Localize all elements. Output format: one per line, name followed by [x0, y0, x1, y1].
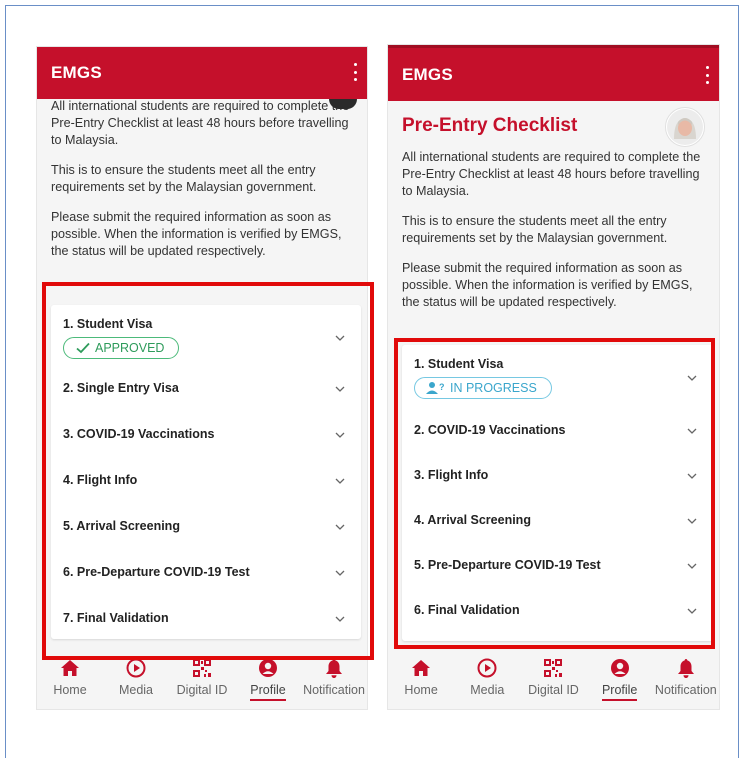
intro-paragraph: Please submit the required information a… [402, 261, 693, 309]
highlight-box-right [394, 338, 715, 649]
intro-paragraph: Please submit the required information a… [51, 210, 342, 258]
nav-media[interactable]: Media [105, 657, 167, 697]
nav-notification[interactable]: Notification [655, 657, 717, 697]
nav-label: Home [53, 683, 87, 697]
nav-label: Home [404, 683, 438, 697]
kebab-menu-icon[interactable] [349, 61, 361, 83]
intro-paragraph: All international students are required … [402, 150, 701, 198]
nav-home[interactable]: Home [390, 657, 452, 697]
qr-code-icon [542, 657, 564, 679]
bell-icon [323, 657, 345, 679]
home-icon [59, 657, 81, 679]
intro-paragraph: All international students are required … [51, 99, 350, 147]
app-title: EMGS [51, 63, 102, 82]
app-bar: EMGS [388, 45, 719, 101]
nav-media[interactable]: Media [456, 657, 518, 697]
nav-label: Profile [601, 683, 638, 701]
avatar-image [667, 109, 703, 145]
intro-paragraph: This is to ensure the students meet all … [51, 163, 317, 194]
nav-digital-id[interactable]: Digital ID [171, 657, 233, 697]
home-icon [410, 657, 432, 679]
bell-icon [675, 657, 697, 679]
page-content: All international students are required … [37, 98, 367, 260]
nav-profile[interactable]: Profile [589, 657, 651, 701]
nav-label: Media [470, 683, 505, 697]
highlight-box-left [42, 282, 374, 660]
page-content: Pre-Entry Checklist All international st… [388, 107, 719, 311]
qr-code-icon [191, 657, 213, 679]
intro-text: All international students are required … [402, 149, 705, 311]
nav-notification[interactable]: Notification [303, 657, 365, 697]
person-circle-icon [257, 657, 279, 679]
page-title-row: Pre-Entry Checklist [402, 107, 705, 147]
play-circle-icon [476, 657, 498, 679]
kebab-menu-icon[interactable] [701, 64, 713, 86]
avatar[interactable] [665, 107, 705, 147]
play-circle-icon [125, 657, 147, 679]
nav-label: Profile [250, 683, 286, 701]
nav-label: Notification [654, 683, 717, 697]
page-title: Pre-Entry Checklist [402, 115, 578, 136]
bottom-navigation: Home Media Digital ID Profile Notificati… [388, 649, 719, 709]
nav-label: Media [118, 683, 154, 697]
nav-digital-id[interactable]: Digital ID [522, 657, 584, 697]
nav-home[interactable]: Home [39, 657, 101, 697]
nav-label: Notification [303, 683, 365, 697]
person-circle-icon [609, 657, 631, 679]
app-title: EMGS [402, 64, 453, 84]
nav-label: Digital ID [176, 683, 228, 697]
intro-text: All international students are required … [51, 98, 353, 260]
nav-label: Digital ID [528, 683, 579, 697]
app-bar: EMGS [37, 47, 367, 99]
nav-profile[interactable]: Profile [237, 657, 299, 701]
intro-paragraph: This is to ensure the students meet all … [402, 214, 668, 245]
